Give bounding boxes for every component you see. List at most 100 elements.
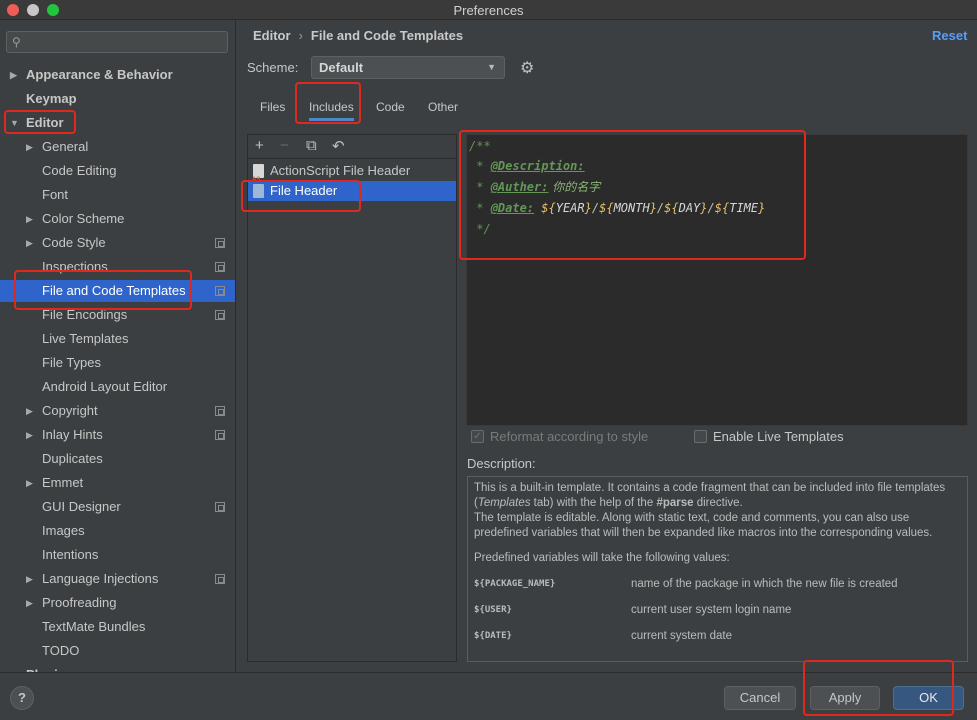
project-scope-icon [215, 310, 225, 320]
chevron-right-icon[interactable]: ▶ [26, 592, 33, 614]
reformat-label: Reformat according to style [490, 428, 649, 444]
tab-files[interactable]: Files [260, 100, 285, 114]
variable-row: ${DATE} current system date [474, 630, 732, 642]
sidebar-item-label: TextMate Bundles [42, 619, 146, 634]
list-item[interactable]: File Header [248, 181, 456, 201]
chevron-right-icon[interactable]: ▶ [26, 136, 33, 158]
scheme-dropdown[interactable]: Default ▼ [311, 56, 505, 79]
chevron-right-icon[interactable]: ▶ [26, 472, 33, 494]
sidebar-item-plugins[interactable]: Plugins [0, 664, 235, 672]
help-icon[interactable]: ? [10, 686, 34, 710]
sidebar-item-label: Duplicates [42, 451, 103, 466]
sidebar-item-todo[interactable]: TODO [0, 640, 235, 662]
reset-link[interactable]: Reset [932, 28, 967, 43]
cancel-button[interactable]: Cancel [724, 686, 796, 710]
sidebar-item-copyright[interactable]: ▶ Copyright [0, 400, 235, 422]
sidebar-item-inspections[interactable]: Inspections [0, 256, 235, 278]
template-list-panel: + − ⧉ ↶ ActionScript File Header File He… [247, 134, 457, 662]
tab-code[interactable]: Code [376, 100, 405, 114]
sidebar-item-general[interactable]: ▶ General [0, 136, 235, 158]
sidebar-item-code-style[interactable]: ▶ Code Style [0, 232, 235, 254]
gear-icon[interactable]: ⚙ [520, 58, 534, 78]
sidebar-item-label: Code Style [42, 235, 106, 250]
project-scope-icon [215, 502, 225, 512]
sidebar-item-intentions[interactable]: Intentions [0, 544, 235, 566]
sidebar-item-duplicates[interactable]: Duplicates [0, 448, 235, 470]
sidebar-item-appearance-behavior[interactable]: ▶ Appearance & Behavior [0, 64, 235, 86]
sidebar-item-editor[interactable]: ▼ Editor [0, 112, 235, 134]
chevron-right-icon[interactable]: ▶ [10, 64, 17, 86]
sidebar-item-android-layout-editor[interactable]: Android Layout Editor [0, 376, 235, 398]
tab-includes[interactable]: Includes [309, 100, 354, 121]
sidebar-item-label: Appearance & Behavior [26, 67, 173, 82]
list-item-label: File Header [270, 183, 338, 198]
sidebar-item-file-and-code-templates[interactable]: File and Code Templates [0, 280, 235, 302]
scheme-label: Scheme: [247, 60, 299, 75]
sidebar-item-font[interactable]: Font [0, 184, 235, 206]
chevron-down-icon[interactable]: ▼ [10, 112, 19, 134]
reformat-checkbox[interactable]: ✓ Reformat according to style [471, 428, 648, 444]
settings-sidebar: ⚲ ▶ Appearance & Behavior Keymap ▼ Editor ▶ Ge… [0, 20, 236, 672]
template-code-editor[interactable]: /** * @Description: * @Auther: 你的名字 * @D… [466, 134, 968, 426]
breadcrumb: Editor › File and Code Templates [253, 28, 463, 43]
sidebar-item-label: Language Injections [42, 571, 159, 586]
list-item-label: ActionScript File Header [270, 163, 411, 178]
chevron-right-icon[interactable]: ▶ [26, 208, 33, 230]
sidebar-item-textmate-bundles[interactable]: TextMate Bundles [0, 616, 235, 638]
window-title: Preferences [453, 3, 524, 18]
sidebar-item-label: Intentions [42, 547, 99, 562]
sidebar-item-language-injections[interactable]: ▶ Language Injections [0, 568, 235, 590]
sidebar-item-gui-designer[interactable]: GUI Designer [0, 496, 235, 518]
sidebar-item-label: GUI Designer [42, 499, 121, 514]
title-bar: Preferences [0, 0, 977, 20]
code-line: * @Auther: 你的名字 [469, 180, 601, 194]
sidebar-item-proofreading[interactable]: ▶ Proofreading [0, 592, 235, 614]
variable-row: ${USER} current user system login name [474, 604, 792, 616]
sidebar-item-file-encodings[interactable]: File Encodings [0, 304, 235, 326]
sidebar-item-images[interactable]: Images [0, 520, 235, 542]
chevron-down-icon: ▼ [487, 62, 496, 72]
sidebar-item-label: File Types [42, 355, 102, 370]
ok-button[interactable]: OK [893, 686, 964, 710]
enable-live-templates-checkbox[interactable]: Enable Live Templates [694, 428, 844, 444]
dialog-footer: ? Cancel Apply OK [0, 672, 977, 720]
sidebar-item-keymap[interactable]: Keymap [0, 88, 235, 110]
copy-icon[interactable]: ⧉ [306, 137, 317, 154]
chevron-right-icon[interactable]: ▶ [26, 424, 33, 446]
sidebar-item-label: Editor [26, 115, 64, 130]
sidebar-item-inlay-hints[interactable]: ▶ Inlay Hints [0, 424, 235, 446]
search-icon: ⚲ [12, 35, 21, 49]
sidebar-item-label: File and Code Templates [42, 283, 186, 298]
scheme-value: Default [319, 60, 364, 75]
breadcrumb-current: File and Code Templates [310, 28, 464, 43]
code-line: * @Description: [469, 159, 585, 173]
apply-button[interactable]: Apply [810, 686, 880, 710]
breadcrumb-separator: › [298, 28, 303, 43]
sidebar-item-live-templates[interactable]: Live Templates [0, 328, 235, 350]
chevron-right-icon[interactable]: ▶ [26, 232, 33, 254]
list-item[interactable]: ActionScript File Header [248, 161, 456, 190]
checkbox-unchecked-icon [694, 429, 707, 443]
template-list-toolbar: + − ⧉ ↶ [248, 135, 456, 159]
chevron-right-icon[interactable]: ▶ [26, 400, 33, 422]
add-icon[interactable]: + [255, 137, 264, 154]
sidebar-item-code-editing[interactable]: Code Editing [0, 160, 235, 182]
project-scope-icon [215, 286, 225, 296]
remove-icon[interactable]: − [280, 137, 289, 154]
tab-other[interactable]: Other [428, 100, 458, 114]
code-line: /** [469, 139, 491, 153]
sidebar-item-label: Copyright [42, 403, 98, 418]
sidebar-item-label: Android Layout Editor [42, 379, 168, 394]
reset-to-default-icon[interactable]: ↶ [332, 137, 345, 155]
sidebar-item-label: Plugins [26, 664, 73, 672]
breadcrumb-editor[interactable]: Editor [253, 28, 291, 43]
sidebar-item-file-types[interactable]: File Types [0, 352, 235, 374]
description-label: Description: [467, 456, 536, 471]
variable-row: ${PACKAGE_NAME} name of the package in wh… [474, 578, 898, 590]
sidebar-item-label: Font [42, 187, 69, 202]
sidebar-item-label: Proofreading [42, 595, 117, 610]
sidebar-item-emmet[interactable]: ▶ Emmet [0, 472, 235, 494]
settings-search-input[interactable]: ⚲ [6, 31, 228, 53]
sidebar-item-color-scheme[interactable]: ▶ Color Scheme [0, 208, 235, 230]
chevron-right-icon[interactable]: ▶ [26, 568, 33, 590]
